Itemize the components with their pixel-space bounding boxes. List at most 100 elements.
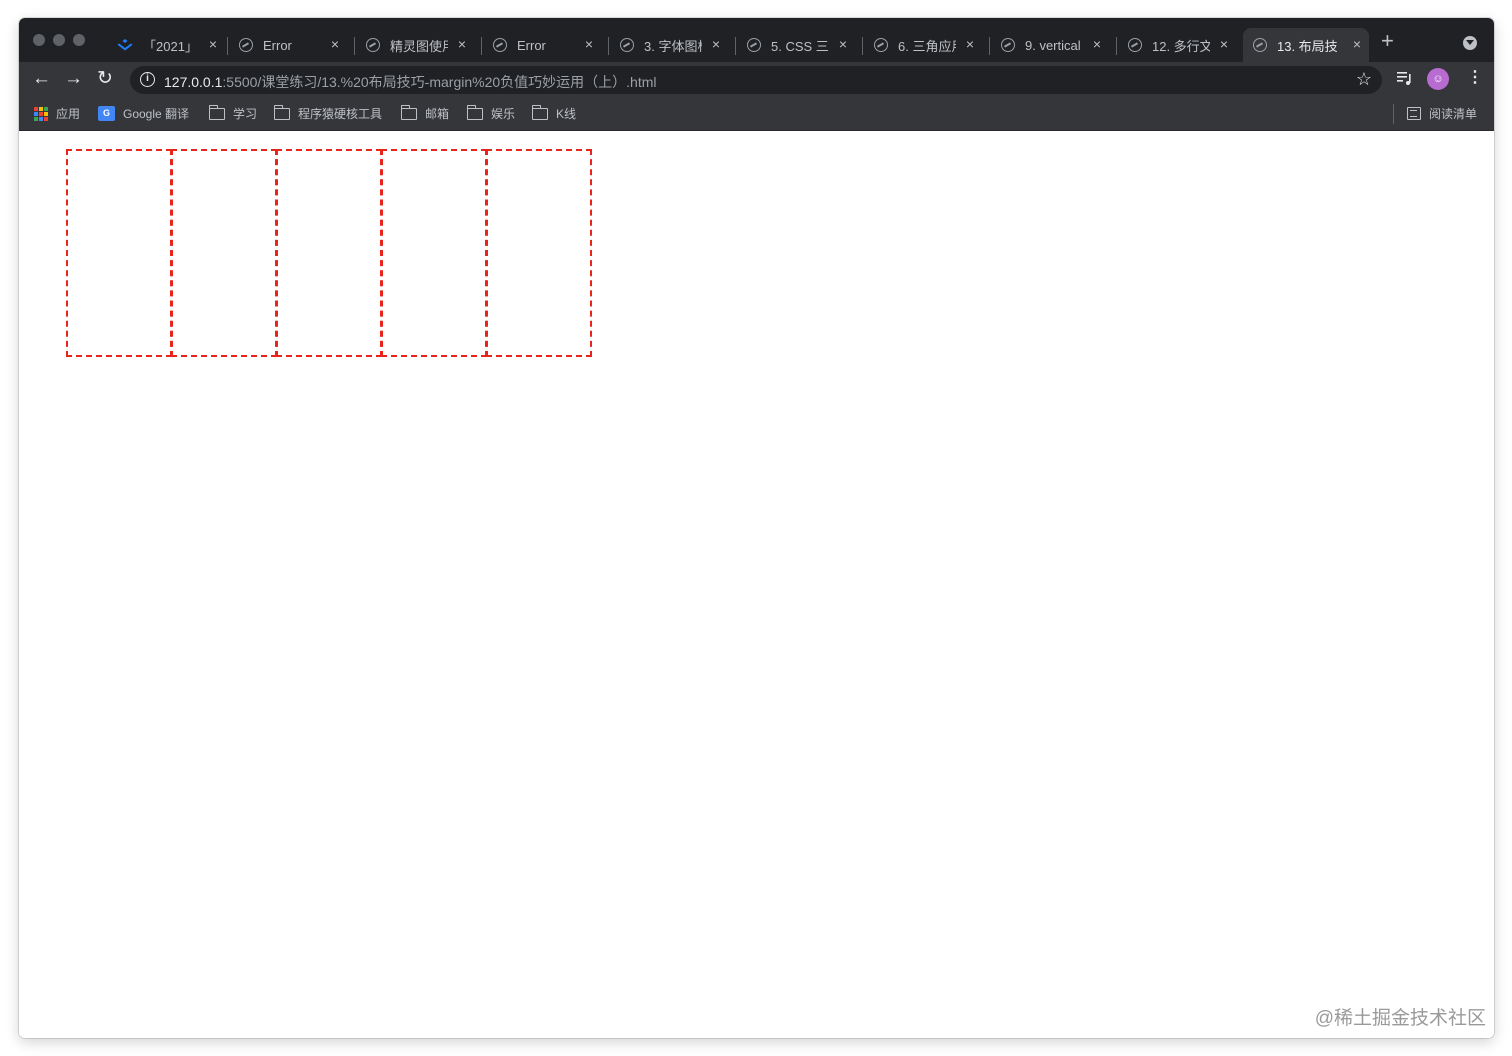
globe-icon <box>1253 38 1267 52</box>
tab-title: Error <box>263 37 292 53</box>
close-window-button[interactable] <box>33 34 45 46</box>
tab-multiline-text[interactable]: 12. 多行文本 × <box>1118 28 1236 62</box>
tab-title: 13. 布局技巧 <box>1277 38 1337 54</box>
bookmarks-separator <box>1393 104 1394 124</box>
globe-icon <box>239 38 253 52</box>
bookmark-label: 应用 <box>56 107 81 121</box>
reading-list-button[interactable]: 阅读清单 <box>1407 105 1477 122</box>
tab-error-1[interactable]: Error × <box>229 28 347 62</box>
tab-font-icons[interactable]: 3. 字体图标 × <box>610 28 728 62</box>
tab-title: 「2021」 <box>143 38 198 54</box>
juejin-logo-icon <box>117 39 133 51</box>
tab-separator <box>481 37 482 55</box>
tab-separator <box>354 37 355 55</box>
folder-icon <box>400 104 417 120</box>
bookmark-google-translate[interactable]: G Google 翻译 <box>98 105 189 122</box>
tab-sprite[interactable]: 精灵图使用 × <box>356 28 474 62</box>
profile-avatar[interactable]: ☺ <box>1427 68 1449 90</box>
bookmarks-bar: 应用 G Google 翻译 学习 程序猿硬核工具 邮箱 娱乐 K线 阅读清单 <box>19 98 1494 131</box>
close-tab-icon[interactable]: × <box>458 36 466 52</box>
close-tab-icon[interactable]: × <box>1353 36 1361 52</box>
tab-separator <box>1116 37 1117 55</box>
tab-vertical[interactable]: 9. vertical × <box>991 28 1109 62</box>
url-text[interactable]: 127.0.0.1:5500/课堂练习/13.%20布局技巧-margin%20… <box>164 72 657 92</box>
folder-icon <box>208 104 225 120</box>
close-tab-icon[interactable]: × <box>1093 36 1101 52</box>
close-tab-icon[interactable]: × <box>966 36 974 52</box>
bookmark-label: 邮箱 <box>425 107 450 121</box>
dashed-box <box>381 149 487 357</box>
apps-grid-icon <box>34 106 48 121</box>
watermark: @稀土掘金技术社区 <box>1314 1008 1486 1029</box>
tab-title: 精灵图使用 <box>390 38 448 54</box>
bookmark-label: 程序猿硬核工具 <box>298 107 383 121</box>
dashed-box <box>486 149 592 357</box>
folder-icon <box>531 104 548 120</box>
tab-title: 5. CSS 三角 <box>771 38 829 54</box>
bookmark-star-icon[interactable]: ☆ <box>1356 69 1372 89</box>
bookmark-folder-tools[interactable]: 程序猿硬核工具 <box>273 104 383 122</box>
globe-icon <box>1001 38 1015 52</box>
close-tab-icon[interactable]: × <box>331 36 339 52</box>
forward-button[interactable]: → <box>64 68 83 90</box>
tab-title: Error <box>517 37 546 53</box>
bookmark-apps[interactable]: 应用 <box>34 105 80 122</box>
tab-title: 12. 多行文本 <box>1152 38 1210 54</box>
tab-separator <box>735 37 736 55</box>
globe-icon <box>366 38 380 52</box>
tab-separator <box>608 37 609 55</box>
box-row <box>66 149 592 357</box>
address-bar[interactable]: i 127.0.0.1:5500/课堂练习/13.%20布局技巧-margin%… <box>130 66 1382 94</box>
bookmark-label: K线 <box>556 107 577 121</box>
bookmark-label: 娱乐 <box>491 107 516 121</box>
media-queue-icon[interactable] <box>1397 71 1413 85</box>
tab-error-2[interactable]: Error × <box>483 28 601 62</box>
tab-strip: 「2021」 × Error × 精灵图使用 × Error × 3. 字体图标… <box>19 18 1494 62</box>
bookmark-folder-mail[interactable]: 邮箱 <box>400 104 450 122</box>
browser-window: 「2021」 × Error × 精灵图使用 × Error × 3. 字体图标… <box>19 18 1494 1038</box>
tab-separator <box>989 37 990 55</box>
menu-icon[interactable]: ⋮ <box>1467 69 1483 87</box>
tab-layout-tricks[interactable]: 13. 布局技巧 × <box>1243 28 1369 62</box>
dashed-box <box>171 149 277 357</box>
google-translate-icon: G <box>98 106 115 121</box>
tab-css-triangle[interactable]: 5. CSS 三角 × <box>737 28 855 62</box>
bookmark-label: Google 翻译 <box>123 107 190 121</box>
tab-triangle-app[interactable]: 6. 三角应用 × <box>864 28 982 62</box>
tab-separator <box>227 37 228 55</box>
bookmark-folder-kline[interactable]: K线 <box>531 104 577 122</box>
maximize-window-button[interactable] <box>73 34 85 46</box>
globe-icon <box>1128 38 1142 52</box>
url-host: 127.0.0.1 <box>164 74 223 90</box>
minimize-window-button[interactable] <box>53 34 65 46</box>
url-path: :5500/课堂练习/13.%20布局技巧-margin%20负值巧妙运用（上）… <box>222 74 657 90</box>
close-tab-icon[interactable]: × <box>585 36 593 52</box>
folder-icon <box>466 104 483 120</box>
page-viewport: @稀土掘金技术社区 <box>19 132 1494 1038</box>
close-tab-icon[interactable]: × <box>1220 36 1228 52</box>
tab-juejin[interactable]: 「2021」 × <box>107 28 225 62</box>
new-tab-button[interactable]: + <box>1381 30 1394 52</box>
globe-icon <box>620 38 634 52</box>
tab-separator <box>862 37 863 55</box>
bookmark-folder-entertainment[interactable]: 娱乐 <box>466 104 516 122</box>
bookmark-folder-study[interactable]: 学习 <box>208 104 258 122</box>
reading-list-icon <box>1407 107 1421 120</box>
site-info-icon[interactable]: i <box>140 72 155 87</box>
tab-title: 3. 字体图标 <box>644 38 702 54</box>
close-tab-icon[interactable]: × <box>209 36 217 52</box>
reload-button[interactable]: ↻ <box>97 68 113 90</box>
close-tab-icon[interactable]: × <box>712 36 720 52</box>
close-tab-icon[interactable]: × <box>839 36 847 52</box>
bookmark-label: 学习 <box>233 107 258 121</box>
dashed-box <box>66 149 172 357</box>
globe-icon <box>493 38 507 52</box>
folder-icon <box>273 104 290 120</box>
globe-icon <box>874 38 888 52</box>
tab-search-icon[interactable] <box>1463 36 1477 50</box>
toolbar: ← → ↻ i 127.0.0.1:5500/课堂练习/13.%20布局技巧-m… <box>19 62 1494 98</box>
globe-icon <box>747 38 761 52</box>
reading-list-label: 阅读清单 <box>1429 107 1478 121</box>
tab-title: 6. 三角应用 <box>898 38 956 54</box>
back-button[interactable]: ← <box>32 68 51 90</box>
